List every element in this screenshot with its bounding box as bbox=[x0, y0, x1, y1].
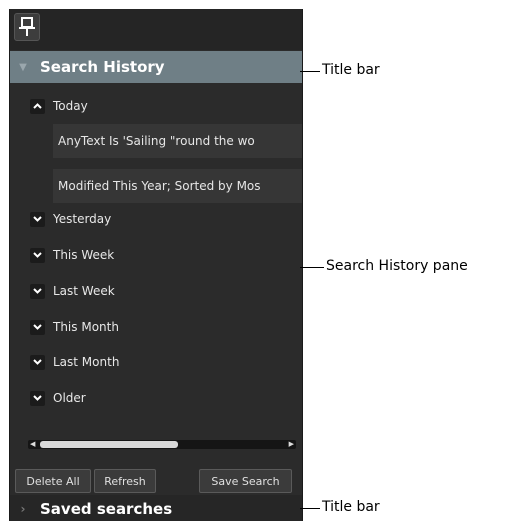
pin-button[interactable] bbox=[14, 13, 40, 41]
callout-pane: Search History pane bbox=[326, 258, 468, 274]
group-label: Older bbox=[53, 391, 86, 405]
pin-icon bbox=[19, 17, 35, 36]
refresh-button[interactable]: Refresh bbox=[94, 469, 156, 493]
scroll-right-icon[interactable]: ▶ bbox=[289, 440, 294, 449]
saved-searches-titlebar[interactable]: › Saved searches bbox=[10, 495, 302, 521]
group-label: Today bbox=[53, 99, 88, 113]
chevron-down-icon bbox=[30, 390, 45, 406]
callout-line bbox=[300, 267, 324, 268]
group-this-week[interactable]: This Week bbox=[30, 244, 114, 266]
collapse-arrow-icon: ▼ bbox=[19, 61, 27, 73]
group-label: This Week bbox=[53, 248, 115, 262]
callout-title-bar-top: Title bar bbox=[322, 62, 380, 78]
chevron-up-icon bbox=[30, 98, 45, 114]
pin-toolbar bbox=[10, 9, 302, 50]
group-label: Yesterday bbox=[53, 212, 112, 226]
saved-searches-title: Saved searches bbox=[40, 500, 173, 518]
group-label: Last Week bbox=[53, 284, 115, 298]
group-older[interactable]: Older bbox=[30, 387, 86, 409]
chevron-down-icon bbox=[30, 354, 45, 370]
expand-arrow-icon: › bbox=[20, 502, 26, 516]
search-history-titlebar[interactable]: ▼ Search History bbox=[10, 51, 302, 83]
chevron-down-icon bbox=[30, 211, 45, 227]
group-last-month[interactable]: Last Month bbox=[30, 351, 119, 373]
group-label: This Month bbox=[53, 320, 119, 334]
search-history-panel: ▼ Search History Today AnyText Is 'Saili… bbox=[9, 9, 303, 521]
history-item[interactable]: Modified This Year; Sorted by Mos bbox=[53, 169, 302, 203]
delete-all-button[interactable]: Delete All bbox=[15, 469, 91, 493]
chevron-down-icon bbox=[30, 283, 45, 299]
history-item[interactable]: AnyText Is 'Sailing "round the wo bbox=[53, 124, 302, 158]
horizontal-scrollbar[interactable]: ◀ ▶ bbox=[28, 440, 296, 449]
callout-line bbox=[300, 508, 320, 509]
save-search-button[interactable]: Save Search bbox=[199, 469, 292, 493]
chevron-down-icon bbox=[30, 247, 45, 263]
callout-title-bar-bottom: Title bar bbox=[322, 499, 380, 515]
group-today[interactable]: Today bbox=[30, 95, 88, 117]
callout-line bbox=[300, 71, 320, 72]
scroll-left-icon[interactable]: ◀ bbox=[30, 440, 35, 449]
scroll-thumb[interactable] bbox=[40, 441, 178, 448]
search-history-title: Search History bbox=[40, 58, 165, 76]
group-this-month[interactable]: This Month bbox=[30, 316, 119, 338]
group-last-week[interactable]: Last Week bbox=[30, 280, 115, 302]
group-yesterday[interactable]: Yesterday bbox=[30, 208, 111, 230]
chevron-down-icon bbox=[30, 319, 45, 335]
group-label: Last Month bbox=[53, 355, 120, 369]
